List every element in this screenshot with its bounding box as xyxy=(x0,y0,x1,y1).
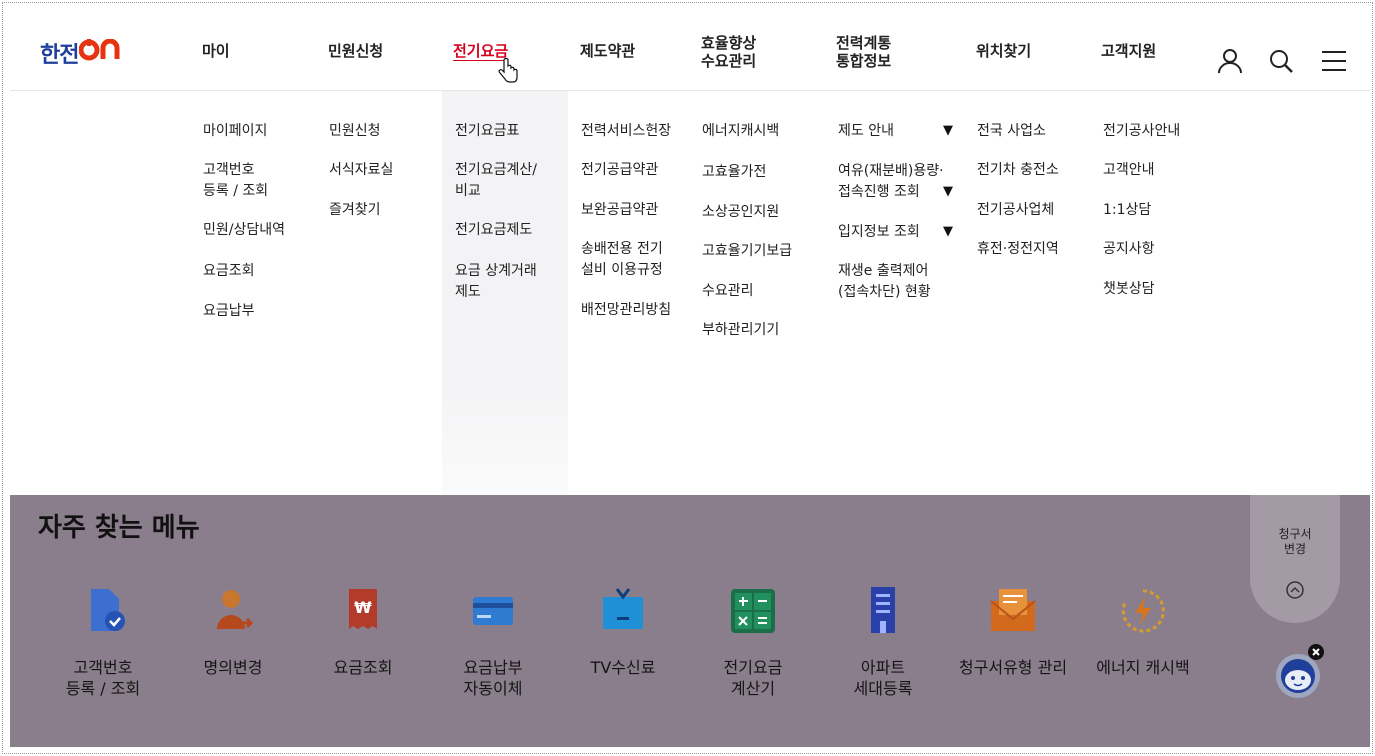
bill-change-label: 청구서 변경 xyxy=(1278,527,1312,556)
menu-site-info[interactable]: 입지정보 조회 xyxy=(838,222,920,243)
menu-efficient-appliance[interactable]: 고효율가전 xyxy=(702,162,766,183)
quick-label: 전기요금 계산기 xyxy=(723,658,783,698)
nav-terms[interactable]: 제도약관 xyxy=(580,42,635,60)
quick-label: 고객번호 등록 / 조회 xyxy=(65,658,141,698)
quick-tv-fee[interactable]: TV수신료 xyxy=(558,585,688,678)
menu-bill-inquiry[interactable]: 요금조회 xyxy=(203,261,255,282)
calculator-icon xyxy=(731,589,775,633)
nav-civil-request[interactable]: 민원신청 xyxy=(328,42,383,60)
menu-one-to-one[interactable]: 1:1상담 xyxy=(1103,200,1151,221)
quick-auto-payment[interactable]: 요금납부 자동이체 xyxy=(428,585,558,699)
chevron-up-icon[interactable] xyxy=(1285,580,1305,600)
quick-label: 명의변경 xyxy=(203,658,263,677)
menu-output-control[interactable]: 재생e 출력제어 (접속차단) 현황 xyxy=(838,261,931,303)
menu-transmission-rules[interactable]: 송배전용 전기 설비 이용규정 xyxy=(581,239,663,281)
expand-arrow-icon[interactable]: ▼ xyxy=(943,123,953,138)
menu-offices[interactable]: 전국 사업소 xyxy=(977,121,1046,142)
menu-customer-guide[interactable]: 고객안내 xyxy=(1103,160,1155,181)
menu-outage-area[interactable]: 휴전·정전지역 xyxy=(977,239,1059,260)
expand-arrow-icon[interactable]: ▼ xyxy=(943,184,953,199)
menu-service-charter[interactable]: 전력서비스헌장 xyxy=(581,121,671,142)
menu-small-business[interactable]: 소상공인지원 xyxy=(702,202,779,223)
nav-location[interactable]: 위치찾기 xyxy=(976,42,1031,60)
search-icon[interactable] xyxy=(1267,47,1295,75)
menu-my-page[interactable]: 마이페이지 xyxy=(203,121,267,142)
user-icon[interactable] xyxy=(1216,47,1244,75)
person-change-icon xyxy=(217,590,254,629)
menu-civil-apply[interactable]: 민원신청 xyxy=(329,121,381,142)
quick-bill-calculator[interactable]: 전기요금 계산기 xyxy=(688,585,818,699)
apartment-icon xyxy=(871,587,895,633)
menu-favorites[interactable]: 즐겨찾기 xyxy=(329,200,381,221)
logo-suffix xyxy=(78,38,125,67)
menu-civil-history[interactable]: 민원/상담내역 xyxy=(203,220,285,241)
envelope-icon xyxy=(990,589,1036,631)
quick-label: 아파트 세대등록 xyxy=(853,658,913,698)
svg-text:₩: ₩ xyxy=(354,598,372,617)
quick-energy-cashback[interactable]: 에너지 캐시백 xyxy=(1078,585,1208,678)
menu-chatbot[interactable]: 챗봇상담 xyxy=(1103,279,1155,300)
chatbot-avatar-icon[interactable] xyxy=(1268,642,1328,702)
menu-demand-mgmt[interactable]: 수요관리 xyxy=(702,281,754,302)
quick-menu-title: 자주 찾는 메뉴 xyxy=(38,513,200,543)
nav-my[interactable]: 마이 xyxy=(202,42,230,60)
menu-load-device[interactable]: 부하관리기기 xyxy=(702,320,779,341)
quick-bill-inquiry[interactable]: ₩ 요금조회 xyxy=(298,585,428,678)
quick-label: 청구서유형 관리 xyxy=(958,658,1068,677)
nav-grid-info[interactable]: 전력계통 통합정보 xyxy=(836,34,891,70)
quick-apartment-register[interactable]: 아파트 세대등록 xyxy=(818,585,948,699)
nav-support[interactable]: 고객지원 xyxy=(1101,42,1156,60)
menu-customer-number[interactable]: 고객번호 등록 / 조회 xyxy=(203,160,268,202)
mega-menu: 마이페이지 고객번호 등록 / 조회 민원/상담내역 요금조회 요금납부 민원신… xyxy=(10,90,1370,496)
menu-backup-terms[interactable]: 보완공급약관 xyxy=(581,200,658,221)
document-check-icon xyxy=(91,589,125,631)
quick-label: TV수신료 xyxy=(590,658,656,677)
quick-bill-type[interactable]: 청구서유형 관리 xyxy=(948,585,1078,678)
hand-cursor-icon xyxy=(498,58,518,83)
menu-system-guide[interactable]: 제도 안내 xyxy=(838,121,894,142)
menu-rate-table[interactable]: 전기요금표 xyxy=(455,121,519,142)
quick-name-change[interactable]: 명의변경 xyxy=(168,585,298,678)
menu-net-metering[interactable]: 요금 상계거래 제도 xyxy=(455,261,537,303)
tv-icon xyxy=(603,588,643,629)
menu-notices[interactable]: 공지사항 xyxy=(1103,239,1155,260)
menu-bill-payment[interactable]: 요금납부 xyxy=(203,301,255,322)
quick-menu-section: 자주 찾는 메뉴 고객번호 등록 / 조회 명의변경 ₩ 요금조회 요금납부 자… xyxy=(10,495,1370,747)
logo-brand: 한전 xyxy=(40,43,79,68)
quick-label: 요금납부 자동이체 xyxy=(463,658,523,698)
menu-forms[interactable]: 서식자료실 xyxy=(329,160,393,181)
quick-label: 에너지 캐시백 xyxy=(1096,658,1190,677)
menu-contractors[interactable]: 전기공사업체 xyxy=(977,200,1054,221)
quick-customer-number[interactable]: 고객번호 등록 / 조회 xyxy=(38,585,168,699)
quick-label: 요금조회 xyxy=(333,658,393,677)
menu-icon[interactable] xyxy=(1320,47,1348,75)
bill-change-widget[interactable]: 청구서 변경 xyxy=(1250,495,1340,623)
menu-distribution-policy[interactable]: 배전망관리방침 xyxy=(581,300,671,321)
menu-construction-guide[interactable]: 전기공사안내 xyxy=(1103,121,1180,142)
menu-capacity-inquiry[interactable]: 여유(재분배)용량· 접속진행 조회 xyxy=(838,161,944,203)
header: 한전 마이 민원신청 전기요금 제도약관 효율향상 수요관리 전력계통 통합정보… xyxy=(10,10,1370,90)
receipt-won-icon: ₩ xyxy=(349,589,377,629)
menu-ev-charger[interactable]: 전기차 충전소 xyxy=(977,160,1059,181)
energy-cashback-icon xyxy=(1121,589,1165,633)
menu-rate-system[interactable]: 전기요금제도 xyxy=(455,220,532,241)
expand-arrow-icon[interactable]: ▼ xyxy=(943,224,953,239)
menu-supply-terms[interactable]: 전기공급약관 xyxy=(581,160,658,181)
logo[interactable]: 한전 xyxy=(40,37,125,69)
card-icon xyxy=(473,597,513,625)
menu-rate-calc[interactable]: 전기요금계산/ 비교 xyxy=(455,160,537,202)
nav-efficiency[interactable]: 효율향상 수요관리 xyxy=(701,34,756,70)
menu-efficient-device[interactable]: 고효율기기보급 xyxy=(702,241,792,262)
menu-energy-cashback[interactable]: 에너지캐시백 xyxy=(702,121,779,142)
